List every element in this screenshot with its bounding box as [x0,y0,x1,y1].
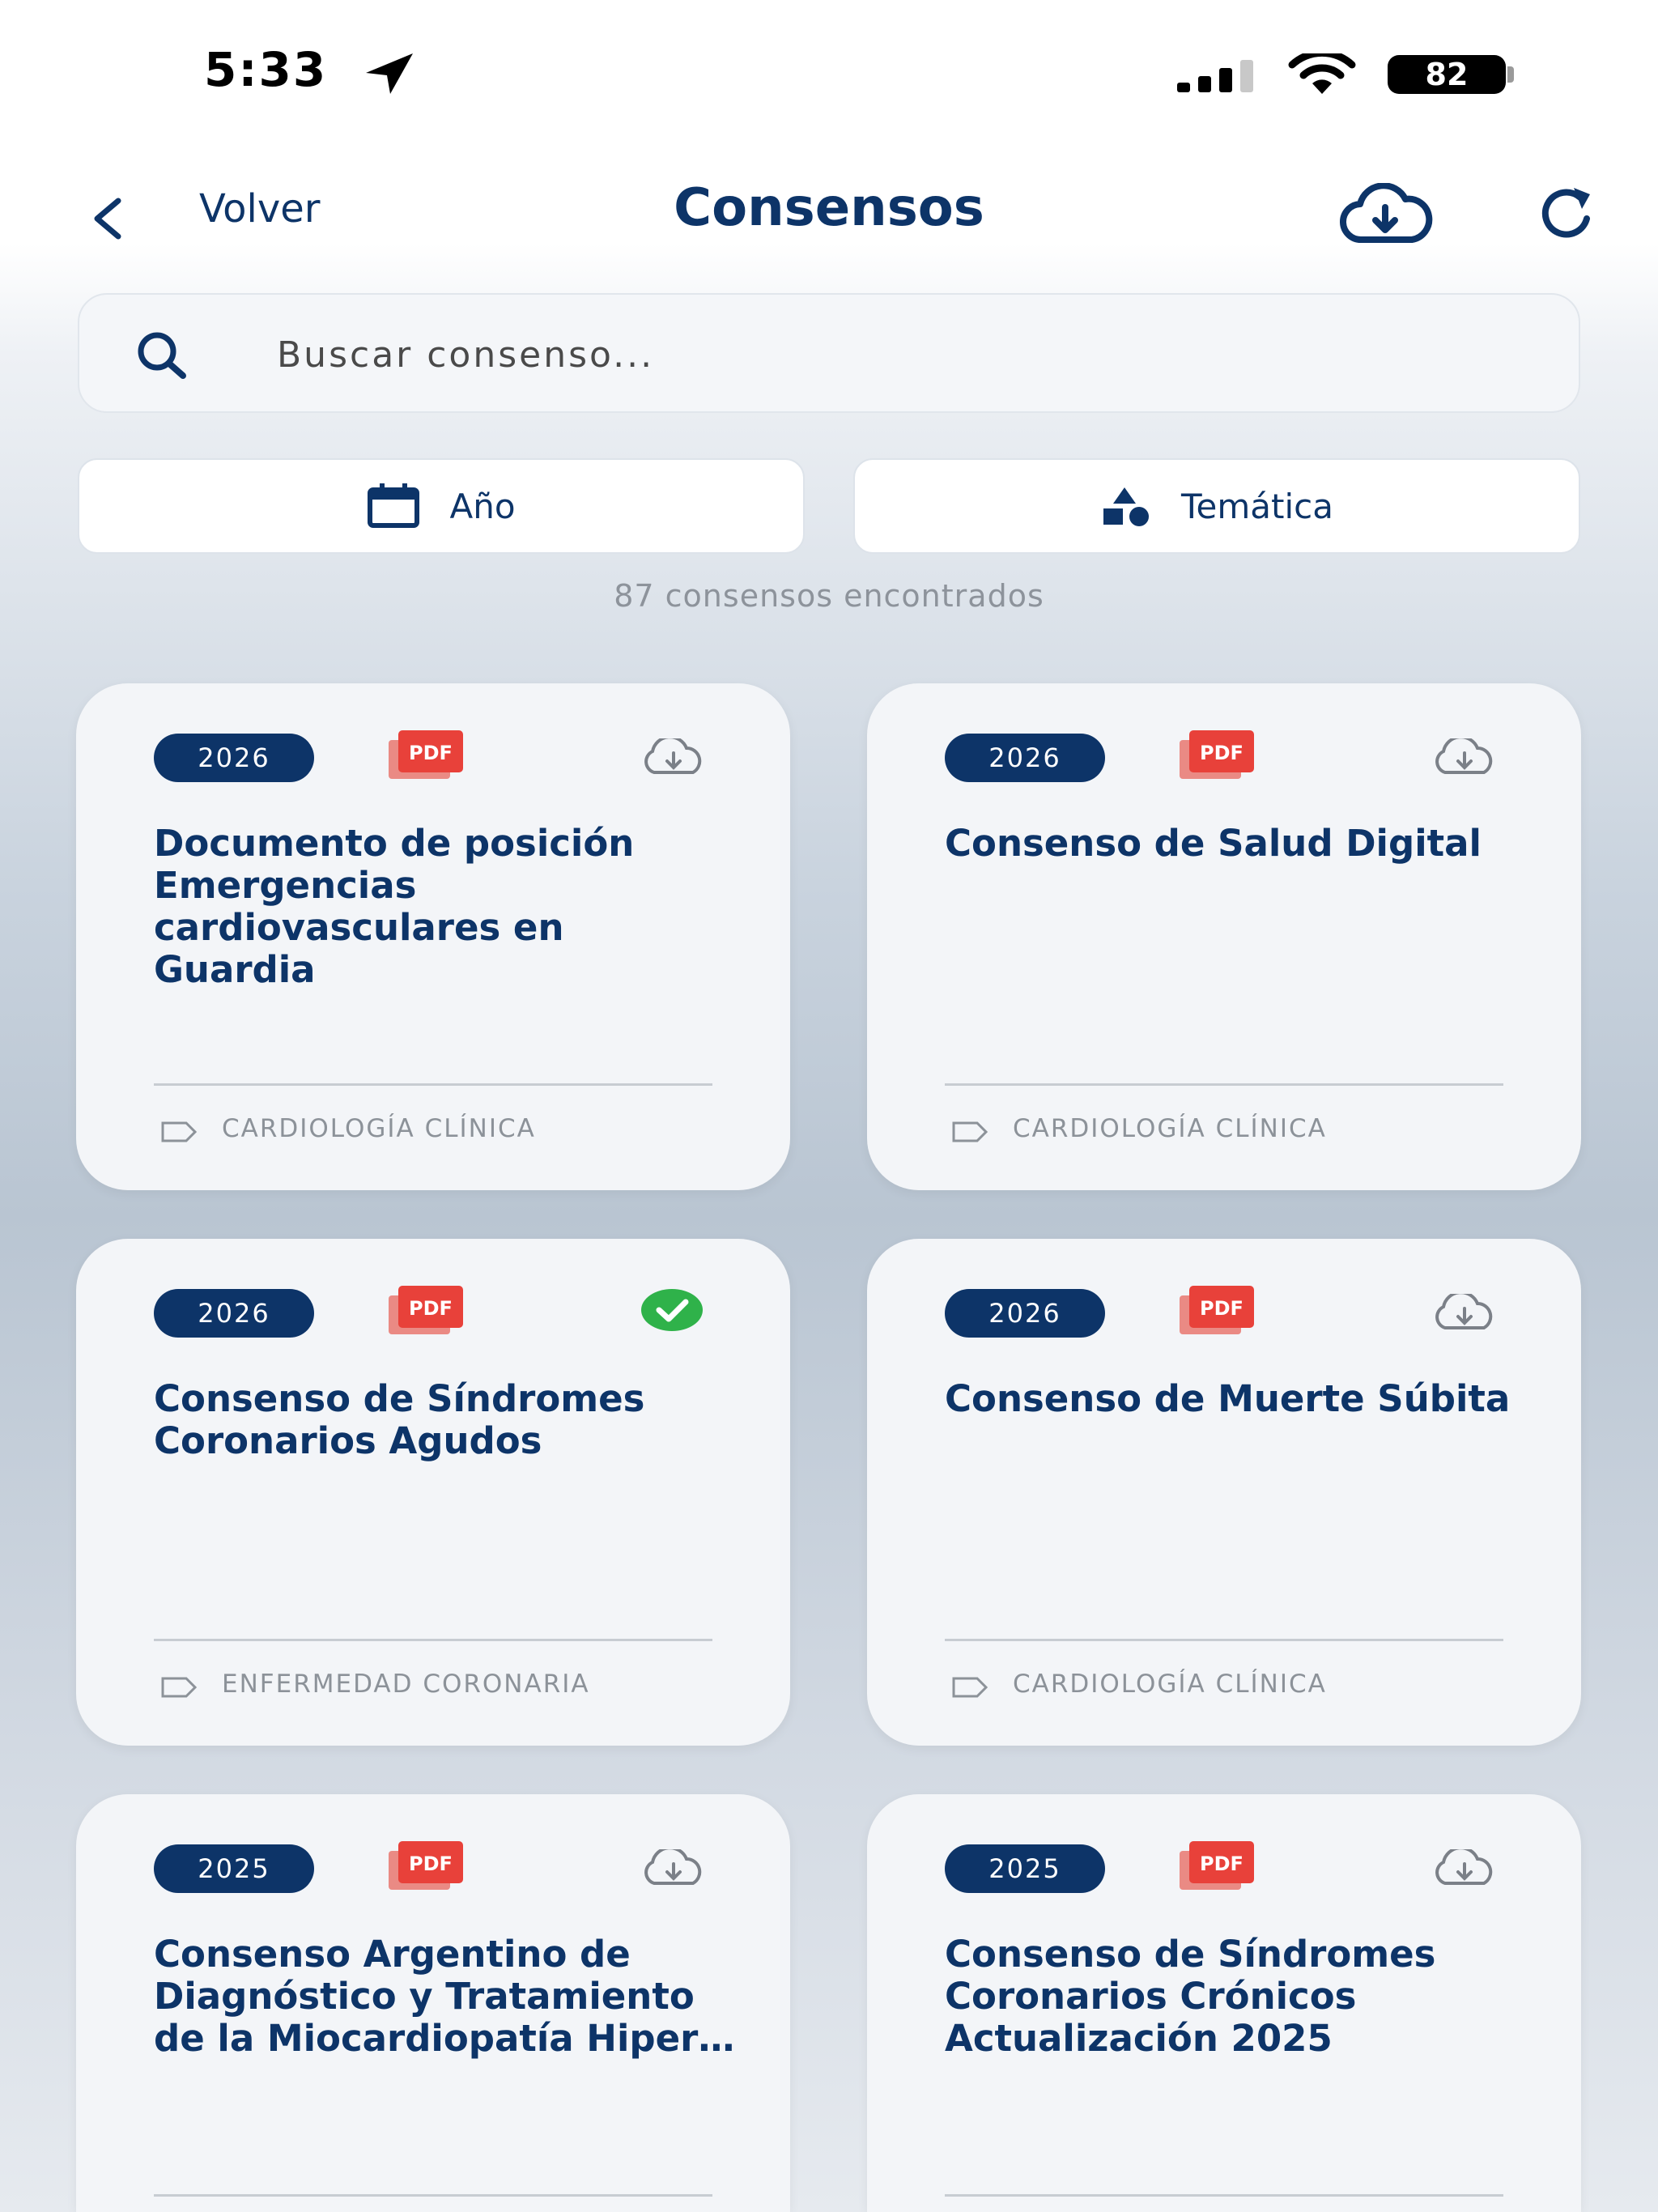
status-time: 5:33 [204,42,328,97]
card-title: Consenso de Síndromes Coronarios Agudos [154,1378,645,1462]
topic-filter-label: Temática [1181,486,1333,526]
year-filter-button[interactable]: Año [78,458,805,554]
tag-icon [952,1677,988,1698]
year-badge: 2026 [945,1289,1105,1338]
card-divider [154,1083,712,1086]
downloaded-check-icon [641,1289,703,1331]
cloud-download-all-icon[interactable] [1337,183,1433,249]
navigation-header: Volver Consensos [0,154,1658,267]
card-title: Consenso de Síndromes Coronarios Crónico… [945,1933,1436,2060]
search-box [78,293,1580,413]
consensus-card[interactable]: 2026 PDF Consenso de Muerte Súbita CARDI… [867,1239,1581,1746]
wifi-icon [1288,53,1356,94]
tag-icon [161,1121,198,1142]
svg-text:PDF: PDF [1200,742,1244,764]
consensus-card[interactable]: 2026 PDF Documento de posición Emergenci… [76,683,790,1190]
tag-icon [161,1677,198,1698]
card-divider [945,2194,1503,2197]
svg-text:PDF: PDF [409,1853,453,1875]
cloud-download-icon[interactable] [1426,1849,1503,1888]
cloud-download-icon[interactable] [635,1849,712,1888]
svg-text:PDF: PDF [1200,1297,1244,1320]
consensus-card[interactable]: 2026 PDF Consenso de Síndromes Coronario… [76,1239,790,1746]
tag-icon [952,1121,988,1142]
location-arrow-icon [366,53,413,94]
card-topic: CARDIOLOGÍA CLÍNICA [1013,1114,1327,1143]
results-count: 87 consensos encontrados [614,578,1044,614]
card-divider [945,1639,1503,1641]
refresh-icon[interactable] [1535,181,1600,246]
shapes-icon [1103,487,1149,526]
year-badge: 2025 [945,1844,1105,1893]
status-bar: 5:33 82 [0,0,1658,146]
battery-indicator: 82 [1388,55,1506,94]
card-topic: CARDIOLOGÍA CLÍNICA [222,1114,536,1143]
card-title: Consenso de Muerte Súbita [945,1378,1511,1420]
calendar-icon [368,483,420,528]
topic-filter-button[interactable]: Temática [853,458,1580,554]
pdf-icon[interactable]: PDF [387,1840,465,1891]
year-filter-label: Año [449,486,516,526]
pdf-icon[interactable]: PDF [1178,1840,1256,1891]
svg-text:PDF: PDF [409,742,453,764]
cloud-download-icon[interactable] [1426,738,1503,777]
card-title: Documento de posición Emergencias cardio… [154,823,635,991]
card-topic: CARDIOLOGÍA CLÍNICA [1013,1670,1327,1699]
svg-text:PDF: PDF [1200,1853,1244,1875]
card-divider [154,2194,712,2197]
year-badge: 2026 [945,734,1105,782]
cellular-signal-icon [1177,60,1253,92]
search-icon [138,332,186,379]
year-badge: 2026 [154,1289,314,1338]
year-badge: 2025 [154,1844,314,1893]
battery-cap [1507,66,1514,83]
year-badge: 2026 [154,734,314,782]
search-input[interactable] [277,319,1540,390]
pdf-icon[interactable]: PDF [387,729,465,781]
cloud-download-icon[interactable] [1426,1294,1503,1333]
consensus-card[interactable]: 2025 PDF Consenso Argentino de Diagnósti… [76,1794,790,2212]
pdf-icon[interactable]: PDF [1178,1284,1256,1336]
cloud-download-icon[interactable] [635,738,712,777]
svg-text:PDF: PDF [409,1297,453,1320]
card-topic: ENFERMEDAD CORONARIA [222,1670,590,1699]
card-divider [945,1083,1503,1086]
pdf-icon[interactable]: PDF [387,1284,465,1336]
pdf-icon[interactable]: PDF [1178,729,1256,781]
consensus-card[interactable]: 2025 PDF Consenso de Síndromes Coronario… [867,1794,1581,2212]
card-title: Consenso de Salud Digital [945,823,1482,865]
card-title: Consenso Argentino de Diagnóstico y Trat… [154,1933,735,2060]
consensus-card[interactable]: 2026 PDF Consenso de Salud Digital CARDI… [867,683,1581,1190]
card-divider [154,1639,712,1641]
